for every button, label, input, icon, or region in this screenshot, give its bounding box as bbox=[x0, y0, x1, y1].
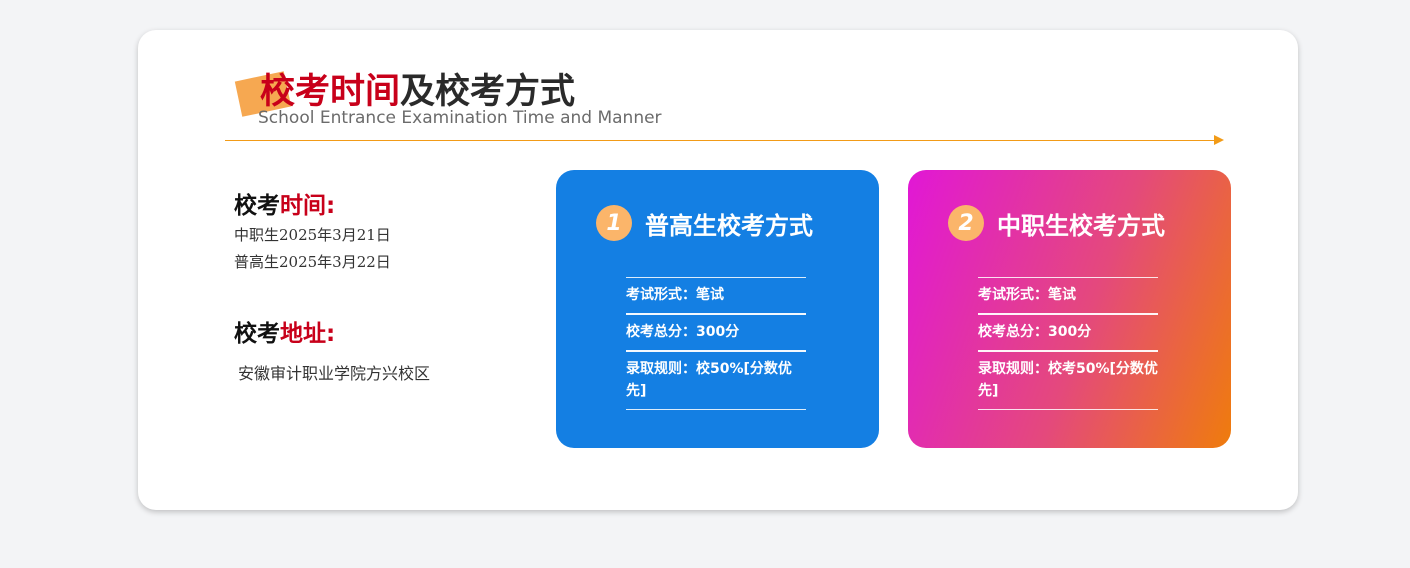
address-group: 校考地址: 安徽审计职业学院方兴校区 bbox=[234, 318, 534, 387]
number-two-icon: 2 bbox=[948, 205, 984, 241]
panel-title: 普高生校考方式 bbox=[645, 211, 813, 240]
section-title: 校考时间及校考方式 School Entrance Examination Ti… bbox=[234, 64, 698, 134]
list-item: 录取规则：校考50%[分数优先] bbox=[978, 352, 1158, 410]
time-line: 普高生2025年3月22日 bbox=[234, 253, 391, 271]
panel-list: 考试形式：笔试 校考总分：300分 录取规则：校考50%[分数优先] bbox=[978, 277, 1158, 410]
info-column: 校考时间: 中职生2025年3月21日 普高生2025年3月22日 校考地址: … bbox=[234, 190, 534, 387]
panel-general-high-school: 1 普高生校考方式 考试形式：笔试 校考总分：300分 录取规则：校50%[分数… bbox=[556, 170, 879, 448]
time-line: 中职生2025年3月21日 bbox=[234, 226, 391, 244]
list-item: 录取规则：校50%[分数优先] bbox=[626, 352, 806, 410]
time-heading-plain: 校考 bbox=[234, 193, 280, 219]
title-divider bbox=[225, 140, 1215, 141]
panel-list: 考试形式：笔试 校考总分：300分 录取规则：校50%[分数优先] bbox=[626, 277, 806, 410]
list-item: 考试形式：笔试 bbox=[978, 278, 1158, 315]
address-heading: 校考地址: bbox=[234, 318, 534, 350]
list-item: 校考总分：300分 bbox=[978, 315, 1158, 352]
number-one-icon: 1 bbox=[596, 205, 632, 241]
list-item: 校考总分：300分 bbox=[626, 315, 806, 352]
address-heading-highlight: 地址: bbox=[280, 321, 336, 347]
time-group: 校考时间: 中职生2025年3月21日 普高生2025年3月22日 bbox=[234, 190, 534, 276]
address-text: 安徽审计职业学院方兴校区 bbox=[238, 364, 431, 383]
panel-vocational: 2 中职生校考方式 考试形式：笔试 校考总分：300分 录取规则：校考50%[分… bbox=[908, 170, 1231, 448]
time-heading: 校考时间: bbox=[234, 190, 534, 222]
panel-header: 1 普高生校考方式 bbox=[596, 203, 813, 243]
address-heading-plain: 校考 bbox=[234, 321, 280, 347]
panel-header: 2 中职生校考方式 bbox=[948, 203, 1165, 243]
page-subtitle: School Entrance Examination Time and Man… bbox=[258, 108, 662, 128]
title-highlight: 校考时间 bbox=[260, 72, 401, 112]
content-card: 校考时间及校考方式 School Entrance Examination Ti… bbox=[138, 30, 1298, 510]
arrow-right-icon bbox=[1214, 135, 1224, 145]
list-item: 考试形式：笔试 bbox=[626, 278, 806, 315]
time-heading-highlight: 时间: bbox=[280, 193, 336, 219]
title-rest: 及校考方式 bbox=[400, 72, 576, 112]
panel-title: 中职生校考方式 bbox=[997, 211, 1165, 240]
